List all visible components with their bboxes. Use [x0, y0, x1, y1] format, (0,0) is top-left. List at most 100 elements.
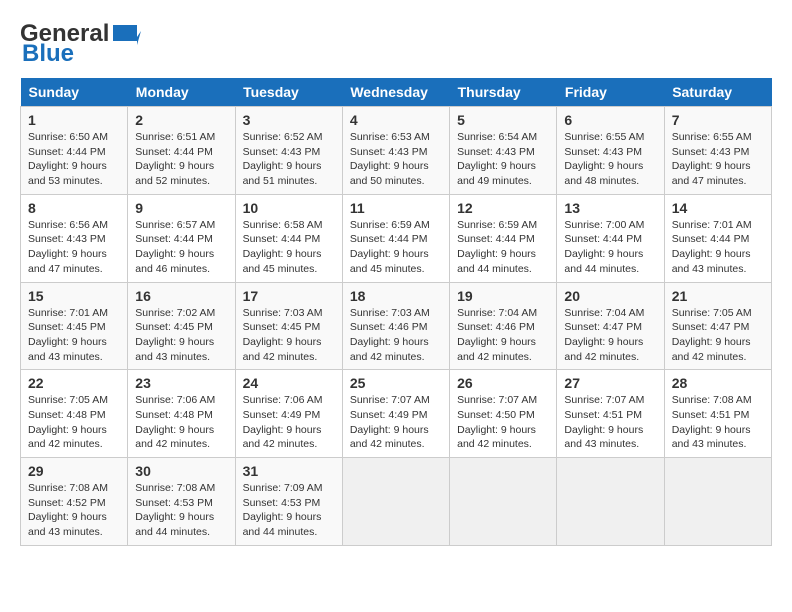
day-info: Sunrise: 7:07 AM Sunset: 4:50 PM Dayligh…	[457, 393, 549, 452]
calendar-cell: 9 Sunrise: 6:57 AM Sunset: 4:44 PM Daylig…	[128, 194, 235, 282]
day-info: Sunrise: 6:58 AM Sunset: 4:44 PM Dayligh…	[243, 218, 335, 277]
calendar-week-5: 29 Sunrise: 7:08 AM Sunset: 4:52 PM Dayli…	[21, 458, 772, 546]
day-info: Sunrise: 6:51 AM Sunset: 4:44 PM Dayligh…	[135, 130, 227, 189]
calendar-cell: 23 Sunrise: 7:06 AM Sunset: 4:48 PM Dayli…	[128, 370, 235, 458]
day-number: 3	[243, 112, 335, 128]
calendar-table: SundayMondayTuesdayWednesdayThursdayFrid…	[20, 78, 772, 546]
day-info: Sunrise: 7:01 AM Sunset: 4:45 PM Dayligh…	[28, 306, 120, 365]
calendar-week-1: 1 Sunrise: 6:50 AM Sunset: 4:44 PM Daylig…	[21, 107, 772, 195]
weekday-header-monday: Monday	[128, 78, 235, 107]
day-number: 1	[28, 112, 120, 128]
day-number: 16	[135, 288, 227, 304]
calendar-cell: 26 Sunrise: 7:07 AM Sunset: 4:50 PM Dayli…	[450, 370, 557, 458]
day-info: Sunrise: 7:04 AM Sunset: 4:46 PM Dayligh…	[457, 306, 549, 365]
calendar-week-2: 8Sunrise: 6:56 AM Sunset: 4:43 PM Daylig…	[21, 194, 772, 282]
day-number: 22	[28, 375, 120, 391]
calendar-cell: 2 Sunrise: 6:51 AM Sunset: 4:44 PM Daylig…	[128, 107, 235, 195]
calendar-cell: 12 Sunrise: 6:59 AM Sunset: 4:44 PM Dayli…	[450, 194, 557, 282]
calendar-cell: 22 Sunrise: 7:05 AM Sunset: 4:48 PM Dayli…	[21, 370, 128, 458]
day-number: 2	[135, 112, 227, 128]
day-info: Sunrise: 6:52 AM Sunset: 4:43 PM Dayligh…	[243, 130, 335, 189]
day-number: 14	[672, 200, 764, 216]
calendar-cell: 30 Sunrise: 7:08 AM Sunset: 4:53 PM Dayli…	[128, 458, 235, 546]
day-number: 9	[135, 200, 227, 216]
day-info: Sunrise: 6:55 AM Sunset: 4:43 PM Dayligh…	[564, 130, 656, 189]
day-info: Sunrise: 7:06 AM Sunset: 4:48 PM Dayligh…	[135, 393, 227, 452]
day-info: Sunrise: 7:07 AM Sunset: 4:49 PM Dayligh…	[350, 393, 442, 452]
day-info: Sunrise: 7:06 AM Sunset: 4:49 PM Dayligh…	[243, 393, 335, 452]
calendar-cell	[557, 458, 664, 546]
calendar-cell: 31 Sunrise: 7:09 AM Sunset: 4:53 PM Dayli…	[235, 458, 342, 546]
day-info: Sunrise: 7:02 AM Sunset: 4:45 PM Dayligh…	[135, 306, 227, 365]
day-info: Sunrise: 7:09 AM Sunset: 4:53 PM Dayligh…	[243, 481, 335, 540]
calendar-cell: 3 Sunrise: 6:52 AM Sunset: 4:43 PM Daylig…	[235, 107, 342, 195]
weekday-header-tuesday: Tuesday	[235, 78, 342, 107]
day-info: Sunrise: 6:59 AM Sunset: 4:44 PM Dayligh…	[457, 218, 549, 277]
calendar-cell: 10 Sunrise: 6:58 AM Sunset: 4:44 PM Dayli…	[235, 194, 342, 282]
day-number: 24	[243, 375, 335, 391]
calendar-cell	[450, 458, 557, 546]
day-info: Sunrise: 6:54 AM Sunset: 4:43 PM Dayligh…	[457, 130, 549, 189]
calendar-cell: 7 Sunrise: 6:55 AM Sunset: 4:43 PM Daylig…	[664, 107, 771, 195]
day-info: Sunrise: 7:00 AM Sunset: 4:44 PM Dayligh…	[564, 218, 656, 277]
calendar-cell: 21Sunrise: 7:05 AM Sunset: 4:47 PM Dayli…	[664, 282, 771, 370]
calendar-cell: 13 Sunrise: 7:00 AM Sunset: 4:44 PM Dayli…	[557, 194, 664, 282]
day-number: 19	[457, 288, 549, 304]
calendar-cell: 16 Sunrise: 7:02 AM Sunset: 4:45 PM Dayli…	[128, 282, 235, 370]
calendar-cell: 8Sunrise: 6:56 AM Sunset: 4:43 PM Daylig…	[21, 194, 128, 282]
day-number: 31	[243, 463, 335, 479]
logo-arrow-icon	[109, 23, 141, 45]
calendar-cell: 6 Sunrise: 6:55 AM Sunset: 4:43 PM Daylig…	[557, 107, 664, 195]
day-number: 26	[457, 375, 549, 391]
day-number: 13	[564, 200, 656, 216]
day-info: Sunrise: 6:53 AM Sunset: 4:43 PM Dayligh…	[350, 130, 442, 189]
day-number: 17	[243, 288, 335, 304]
calendar-cell: 29 Sunrise: 7:08 AM Sunset: 4:52 PM Dayli…	[21, 458, 128, 546]
day-info: Sunrise: 7:08 AM Sunset: 4:51 PM Dayligh…	[672, 393, 764, 452]
calendar-cell: 1 Sunrise: 6:50 AM Sunset: 4:44 PM Daylig…	[21, 107, 128, 195]
logo-blue: Blue	[22, 40, 74, 68]
calendar-cell: 11 Sunrise: 6:59 AM Sunset: 4:44 PM Dayli…	[342, 194, 449, 282]
day-number: 5	[457, 112, 549, 128]
day-number: 8	[28, 200, 120, 216]
calendar-cell: 19 Sunrise: 7:04 AM Sunset: 4:46 PM Dayli…	[450, 282, 557, 370]
day-info: Sunrise: 6:57 AM Sunset: 4:44 PM Dayligh…	[135, 218, 227, 277]
weekday-header-wednesday: Wednesday	[342, 78, 449, 107]
calendar-cell: 18Sunrise: 7:03 AM Sunset: 4:46 PM Dayli…	[342, 282, 449, 370]
day-info: Sunrise: 7:04 AM Sunset: 4:47 PM Dayligh…	[564, 306, 656, 365]
day-info: Sunrise: 6:50 AM Sunset: 4:44 PM Dayligh…	[28, 130, 120, 189]
day-info: Sunrise: 6:55 AM Sunset: 4:43 PM Dayligh…	[672, 130, 764, 189]
weekday-header-row: SundayMondayTuesdayWednesdayThursdayFrid…	[21, 78, 772, 107]
day-number: 11	[350, 200, 442, 216]
calendar-cell: 25Sunrise: 7:07 AM Sunset: 4:49 PM Dayli…	[342, 370, 449, 458]
calendar-cell	[342, 458, 449, 546]
day-info: Sunrise: 6:59 AM Sunset: 4:44 PM Dayligh…	[350, 218, 442, 277]
day-info: Sunrise: 7:05 AM Sunset: 4:47 PM Dayligh…	[672, 306, 764, 365]
day-number: 15	[28, 288, 120, 304]
calendar-cell: 4 Sunrise: 6:53 AM Sunset: 4:43 PM Daylig…	[342, 107, 449, 195]
day-info: Sunrise: 7:08 AM Sunset: 4:52 PM Dayligh…	[28, 481, 120, 540]
weekday-header-friday: Friday	[557, 78, 664, 107]
day-info: Sunrise: 7:03 AM Sunset: 4:46 PM Dayligh…	[350, 306, 442, 365]
day-number: 27	[564, 375, 656, 391]
day-number: 12	[457, 200, 549, 216]
day-number: 20	[564, 288, 656, 304]
calendar-cell: 17Sunrise: 7:03 AM Sunset: 4:45 PM Dayli…	[235, 282, 342, 370]
day-number: 4	[350, 112, 442, 128]
weekday-header-thursday: Thursday	[450, 78, 557, 107]
calendar-cell: 15 Sunrise: 7:01 AM Sunset: 4:45 PM Dayli…	[21, 282, 128, 370]
day-number: 28	[672, 375, 764, 391]
day-number: 29	[28, 463, 120, 479]
logo: General Blue	[20, 20, 141, 68]
calendar-cell: 5 Sunrise: 6:54 AM Sunset: 4:43 PM Daylig…	[450, 107, 557, 195]
day-number: 23	[135, 375, 227, 391]
day-number: 7	[672, 112, 764, 128]
calendar-week-4: 22 Sunrise: 7:05 AM Sunset: 4:48 PM Dayli…	[21, 370, 772, 458]
calendar-cell	[664, 458, 771, 546]
calendar-cell: 24 Sunrise: 7:06 AM Sunset: 4:49 PM Dayli…	[235, 370, 342, 458]
day-number: 6	[564, 112, 656, 128]
day-info: Sunrise: 7:08 AM Sunset: 4:53 PM Dayligh…	[135, 481, 227, 540]
day-number: 10	[243, 200, 335, 216]
day-info: Sunrise: 7:05 AM Sunset: 4:48 PM Dayligh…	[28, 393, 120, 452]
day-number: 30	[135, 463, 227, 479]
